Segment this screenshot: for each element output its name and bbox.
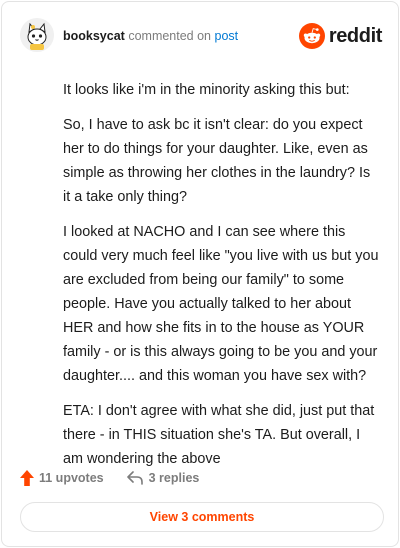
comment-header: booksycat commented on post reddit <box>20 16 384 56</box>
comment-paragraph: I looked at NACHO and I can see where th… <box>63 224 379 384</box>
reddit-brand[interactable]: reddit <box>298 23 383 49</box>
cat-avatar-icon[interactable] <box>20 18 54 52</box>
comment-body: It looks like i'm in the minority asking… <box>63 78 381 482</box>
username-link[interactable]: booksycat <box>63 29 125 43</box>
view-comments-button[interactable]: View 3 comments <box>20 502 384 532</box>
upvote-button[interactable]: 11 upvotes <box>19 469 104 487</box>
byline-action-text: commented on <box>128 29 212 43</box>
replies-button[interactable]: 3 replies <box>126 470 200 486</box>
reddit-snoo-icon <box>298 23 325 49</box>
comment-paragraph: It looks like i'm in the minority asking… <box>63 82 350 98</box>
upvote-count: 11 upvotes <box>39 471 104 485</box>
upvote-arrow-icon <box>20 470 34 486</box>
byline: booksycat commented on post <box>63 28 238 44</box>
view-comments-label: View 3 comments <box>149 510 255 524</box>
comment-paragraph: So, I have to ask bc it isn't clear: do … <box>63 117 371 205</box>
comment-paragraph: ETA: I don't agree with what she did, ju… <box>63 403 375 467</box>
post-link[interactable]: post <box>215 29 239 43</box>
reply-count: 3 replies <box>148 471 200 485</box>
reply-arrow-icon <box>126 471 143 485</box>
comment-actions: 11 upvotes 3 replies <box>19 467 199 489</box>
comment-card: booksycat commented on post reddit It lo… <box>1 1 399 547</box>
brand-wordmark: reddit <box>328 24 383 47</box>
